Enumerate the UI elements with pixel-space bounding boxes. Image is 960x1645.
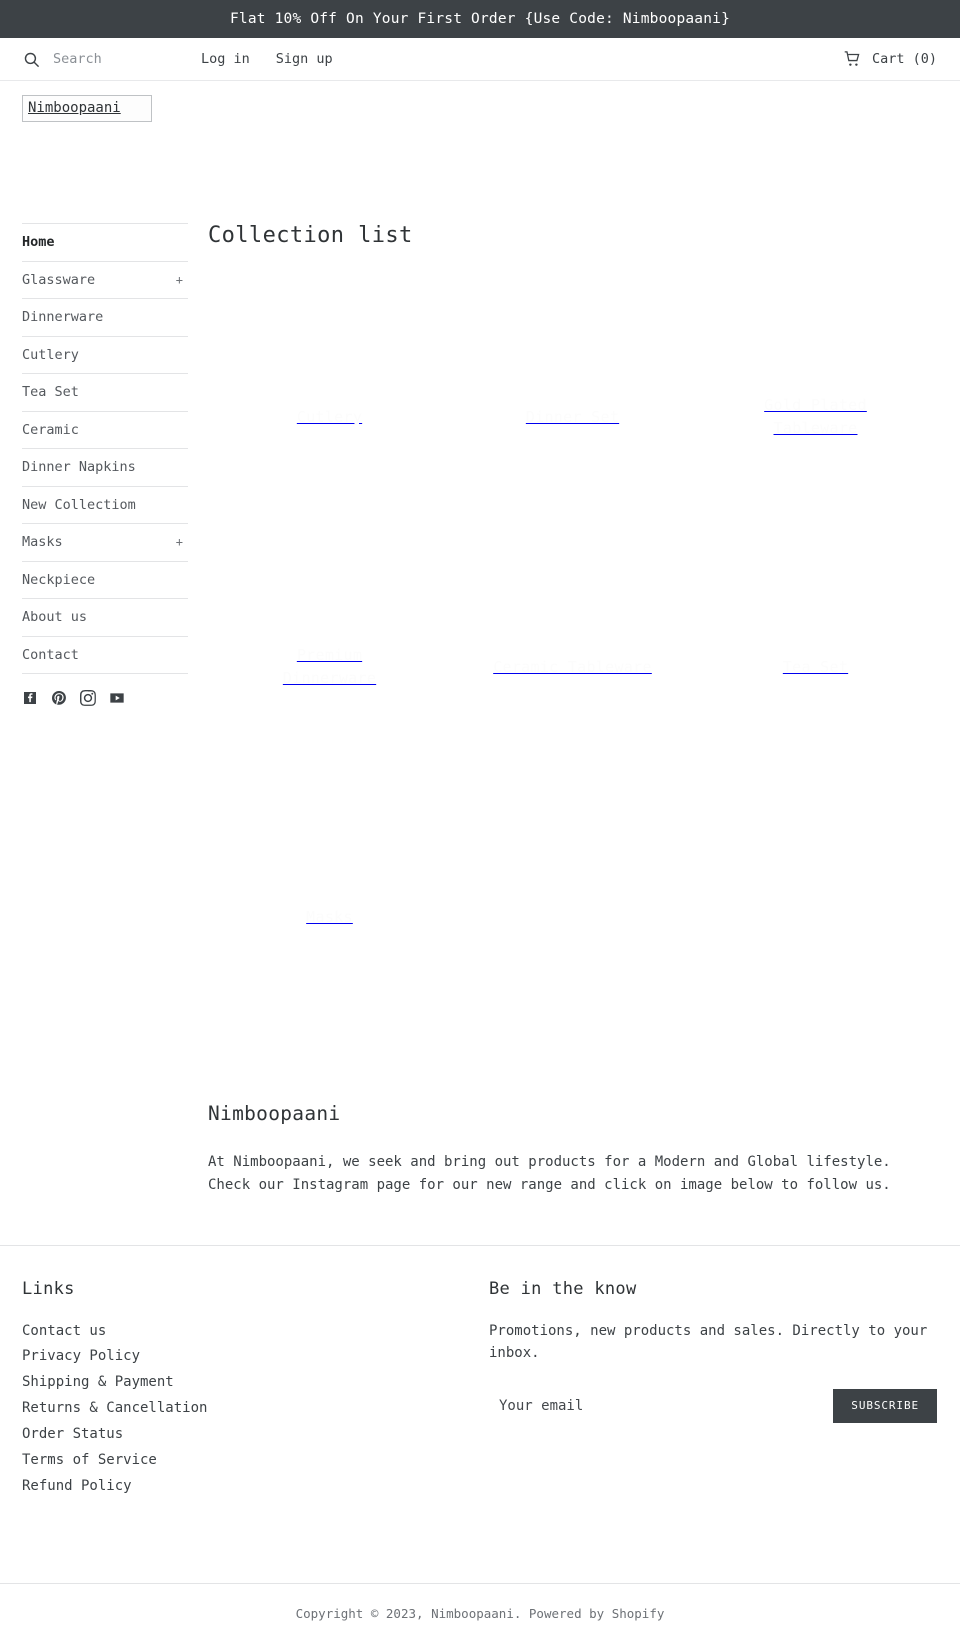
footer-link-privacy-policy[interactable]: Privacy Policy xyxy=(22,1348,140,1364)
collection-title: Tea Set xyxy=(782,657,849,676)
search-icon[interactable] xyxy=(23,51,40,68)
cart-label: Cart (0) xyxy=(871,51,937,67)
sidebar-item-contact[interactable]: Contact xyxy=(22,637,188,675)
footer-link-returns-cancellation[interactable]: Returns & Cancellation xyxy=(22,1400,207,1416)
main-content: Collection list Cutlery Dinner Set Gold Pl… xyxy=(188,223,960,1196)
logo-area: Nimboopaani xyxy=(0,81,960,123)
sidebar-item-glassware[interactable]: Glassware + xyxy=(22,262,188,300)
sidebar-item-neckpiece[interactable]: Neckpiece xyxy=(22,562,188,600)
footer-link-item: Contact us xyxy=(22,1320,489,1342)
facebook-icon[interactable] xyxy=(22,690,38,706)
social-links xyxy=(22,674,188,707)
collection-title: Ceramic Tableware xyxy=(493,657,652,676)
page-title: Collection list xyxy=(208,223,413,249)
signup-link[interactable]: Sign up xyxy=(276,51,333,67)
auth-links: Log in Sign up xyxy=(201,51,333,67)
announcement-text: Flat 10% Off On Your First Order {Use Co… xyxy=(229,11,731,27)
pinterest-icon[interactable] xyxy=(51,690,67,706)
newsletter-column: Be in the know Promotions, new products … xyxy=(489,1279,937,1501)
expand-toggle-icon[interactable]: + xyxy=(176,535,188,549)
collection-card[interactable]: Dinner Set xyxy=(451,292,694,542)
shopify-link[interactable]: Shopify xyxy=(612,1606,665,1621)
about-text: At Nimboopaani, we seek and bring out pr… xyxy=(208,1154,891,1193)
collection-card[interactable]: Masks xyxy=(208,792,451,1042)
collection-card[interactable]: Gold Plated Tableware xyxy=(694,292,937,542)
sidebar: Home Glassware + Dinnerware Cutlery Tea Set Ce… xyxy=(0,223,188,707)
copyright-prefix: Copyright © 2023, xyxy=(295,1605,432,1621)
sidebar-item-label: Dinner Napkins xyxy=(22,459,136,476)
newsletter-heading: Be in the know xyxy=(489,1278,637,1299)
page-body: Home Glassware + Dinnerware Cutlery Tea Set Ce… xyxy=(0,122,960,1196)
newsletter-form: SUBSCRIBE xyxy=(489,1388,937,1423)
collection-title: Premium Dinnerware xyxy=(282,645,377,688)
footer: Links Contact us Privacy Policy Shipping &… xyxy=(0,1244,960,1645)
sidebar-item-new-collectiom[interactable]: New Collectiom xyxy=(22,487,188,525)
shopping-cart-icon xyxy=(844,51,861,67)
top-utility-bar: Log in Sign up Cart (0) xyxy=(0,38,960,81)
sidebar-item-label: About us xyxy=(22,609,88,626)
announcement-bar: Flat 10% Off On Your First Order {Use Co… xyxy=(0,0,960,38)
footer-links-list: Contact us Privacy Policy Shipping & Payme… xyxy=(22,1320,489,1498)
footer-link-item: Refund Policy xyxy=(22,1475,489,1497)
footer-link-order-status[interactable]: Order Status xyxy=(22,1426,123,1442)
footer-link-item: Order Status xyxy=(22,1423,489,1445)
site-logo[interactable]: Nimboopaani xyxy=(22,95,152,123)
sidebar-item-label: Cutlery xyxy=(22,346,79,363)
subscribe-button[interactable]: SUBSCRIBE xyxy=(833,1388,937,1423)
footer-link-item: Shipping & Payment xyxy=(22,1371,489,1393)
collection-title: Cutlery xyxy=(296,407,363,426)
sidebar-item-masks[interactable]: Masks + xyxy=(22,524,188,562)
sidebar-item-tea-set[interactable]: Tea Set xyxy=(22,374,188,412)
footer-links-heading: Links xyxy=(22,1278,75,1299)
footer-link-item: Privacy Policy xyxy=(22,1345,489,1367)
sidebar-item-label: Tea Set xyxy=(22,384,79,401)
footer-link-terms-of-service[interactable]: Terms of Service xyxy=(22,1452,157,1468)
sidebar-item-dinner-napkins[interactable]: Dinner Napkins xyxy=(22,449,188,487)
sidebar-item-label: Home xyxy=(22,234,55,251)
instagram-icon[interactable] xyxy=(80,690,96,707)
footer-link-shipping-payment[interactable]: Shipping & Payment xyxy=(22,1374,174,1390)
sidebar-item-about-us[interactable]: About us xyxy=(22,599,188,637)
collection-card[interactable]: Premium Dinnerware xyxy=(208,542,451,792)
collection-title: Masks xyxy=(306,907,353,926)
youtube-icon[interactable] xyxy=(109,690,125,706)
footer-links-column: Links Contact us Privacy Policy Shipping &… xyxy=(22,1279,489,1501)
search-form[interactable] xyxy=(23,51,173,68)
footer-bottom: Copyright © 2023, Nimboopaani. Powered b… xyxy=(0,1582,960,1645)
footer-link-item: Returns & Cancellation xyxy=(22,1397,489,1419)
sidebar-item-dinnerware[interactable]: Dinnerware xyxy=(22,299,188,337)
sidebar-item-label: Neckpiece xyxy=(22,571,96,588)
login-link[interactable]: Log in xyxy=(201,51,250,67)
cart-link[interactable]: Cart (0) xyxy=(844,51,937,67)
sidebar-item-cutlery[interactable]: Cutlery xyxy=(22,337,188,375)
shop-name-link[interactable]: Nimboopaani xyxy=(431,1606,514,1621)
collection-grid: Cutlery Dinner Set Gold Plated Tableware Pr… xyxy=(208,292,937,1042)
about-title: Nimboopaani xyxy=(208,1102,341,1126)
search-input[interactable] xyxy=(53,51,173,67)
email-input[interactable] xyxy=(489,1388,834,1423)
copyright: Copyright © 2023, Nimboopaani. Powered b… xyxy=(23,1606,937,1621)
collection-card[interactable]: Tea Set xyxy=(694,542,937,792)
sidebar-nav: Home Glassware + Dinnerware Cutlery Tea Set Ce… xyxy=(22,223,188,675)
about-section: Nimboopaani At Nimboopaani, we seek and … xyxy=(208,1042,937,1196)
footer-link-item: Terms of Service xyxy=(22,1449,489,1471)
sidebar-item-home[interactable]: Home xyxy=(22,224,188,262)
sidebar-item-label: Masks xyxy=(22,534,63,551)
sidebar-item-ceramic[interactable]: Ceramic xyxy=(22,412,188,450)
footer-link-refund-policy[interactable]: Refund Policy xyxy=(22,1478,132,1494)
sidebar-item-label: Dinnerware xyxy=(22,309,104,326)
collection-card[interactable]: Cutlery xyxy=(208,292,451,542)
sidebar-item-label: Contact xyxy=(22,646,79,663)
collection-title: Dinner Set xyxy=(525,407,620,426)
collection-title: Gold Plated Tableware xyxy=(764,395,867,438)
footer-link-contact-us[interactable]: Contact us xyxy=(22,1323,106,1339)
newsletter-text: Promotions, new products and sales. Dire… xyxy=(489,1322,928,1362)
expand-toggle-icon[interactable]: + xyxy=(176,273,188,287)
collection-card[interactable]: Ceramic Tableware xyxy=(451,542,694,792)
sidebar-item-label: Glassware xyxy=(22,271,96,288)
sidebar-item-label: New Collectiom xyxy=(22,496,136,513)
copyright-mid: . Powered by xyxy=(513,1605,612,1621)
sidebar-item-label: Ceramic xyxy=(22,421,79,438)
